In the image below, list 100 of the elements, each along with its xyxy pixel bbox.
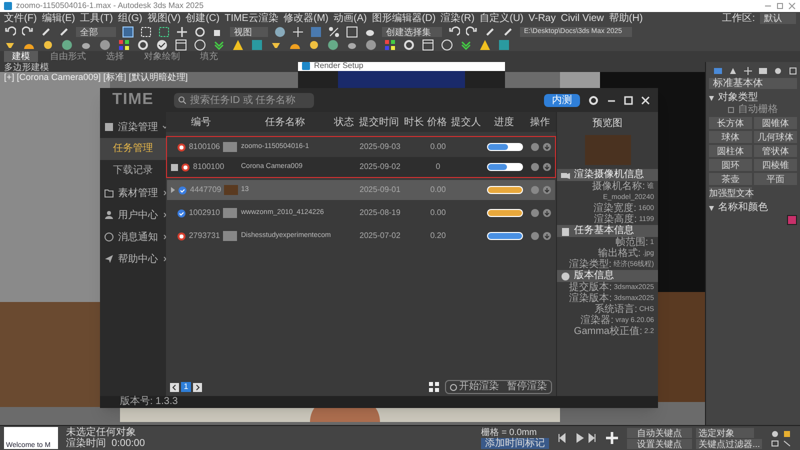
maximize-icon [624, 96, 633, 104]
selection-filter-dropdown[interactable]: 全部 [76, 26, 116, 36]
test-button[interactable]: 内测 [544, 94, 580, 106]
info-icon [531, 143, 539, 151]
page-button[interactable]: 1 [181, 382, 191, 392]
chevron-icon [460, 38, 472, 50]
preview-title: 预览图 [592, 117, 624, 131]
task-id: 2793731 [188, 230, 220, 242]
download-icon [543, 143, 551, 151]
field-label: 渲染宽度: [594, 204, 636, 214]
task-id: 8100106 [188, 141, 220, 153]
menu-item[interactable]: 创建(C) [186, 14, 220, 24]
playback-icon [556, 433, 597, 443]
checkbox[interactable] [171, 164, 178, 170]
link-icon [502, 26, 514, 38]
primitive-button[interactable]: 圆环 [709, 159, 752, 171]
ribbon-tab[interactable]: 建模 [4, 51, 38, 62]
redo-icon [22, 26, 34, 38]
menu-item[interactable]: Civil View [560, 14, 604, 24]
ribbon-subtitle: 多边形建模 [3, 62, 50, 72]
primitive-button[interactable]: 球体 [709, 131, 752, 143]
color-swatch[interactable] [787, 215, 797, 225]
ribbon-tab[interactable]: 选择 [98, 51, 132, 62]
primitive-button[interactable]: 平面 [754, 173, 797, 185]
menu-item[interactable]: 文件(F) [4, 14, 37, 24]
checkbox[interactable] [728, 107, 734, 113]
menu-item[interactable]: 工具(T) [80, 14, 113, 24]
submit-date: 2025-08-19 [358, 207, 402, 219]
column-header: 时长 [404, 116, 424, 130]
sidebar-item[interactable]: 用户中心 [100, 204, 166, 226]
option-label: 自动栅格 [738, 105, 778, 115]
column-header: 任务名称 [264, 116, 306, 130]
chat-icon [104, 232, 114, 242]
redo-icon [466, 26, 478, 38]
key-mode-dropdown[interactable]: 选定对象 [696, 428, 754, 438]
menu-item[interactable]: 自定义(U) [480, 14, 524, 24]
percent-icon [328, 26, 340, 38]
menu-item[interactable]: TIME云渲染 [224, 14, 278, 24]
menu-item[interactable]: 修改器(M) [283, 14, 328, 24]
info-icon [531, 232, 539, 240]
info-icon [531, 163, 539, 171]
coordinate-dropdown[interactable]: 视图 [230, 26, 268, 36]
sphere-icon [365, 38, 377, 50]
window-icon [498, 38, 510, 50]
field-label: 提交版本: [569, 282, 612, 292]
sidebar-item[interactable]: 消息通知 [100, 226, 166, 248]
download-icon [543, 209, 551, 217]
ribbon-tab[interactable]: 对象绘制 [136, 51, 188, 62]
sidebar-item[interactable]: 下载记录 [100, 160, 166, 182]
column-header: 提交时间 [358, 116, 400, 130]
sidebar-item[interactable]: 素材管理 [100, 182, 166, 204]
menu-item[interactable]: 动画(A) [333, 14, 367, 24]
menu-item[interactable]: 组(G) [118, 14, 142, 24]
menu-item[interactable]: 渲染(R) [440, 14, 475, 24]
sidebar-label: 用户中心 [118, 208, 158, 222]
sidebar-item[interactable]: 帮助中心 [100, 248, 166, 270]
workspace-dropdown[interactable]: 默认 [760, 13, 796, 24]
primitive-button[interactable]: 长方体 [709, 117, 752, 129]
panel-tab-icon [743, 66, 753, 76]
primitive-button[interactable]: 加强型文本 [709, 187, 752, 199]
app-icon [302, 62, 310, 70]
column-header: 操作 [529, 116, 551, 130]
auto-key-button[interactable]: 自动关键点 [626, 428, 692, 438]
primitive-button[interactable]: 四棱锥 [754, 159, 797, 171]
section-icon [561, 170, 570, 180]
named-selection-field[interactable]: 创建选择集 [382, 26, 442, 36]
section-title: 任务基本信息 [574, 226, 634, 236]
menu-item[interactable]: 编辑(E) [42, 14, 76, 24]
search-field[interactable]: 搜索任务ID 或 任务名称 [174, 92, 314, 108]
menu-item[interactable]: 帮助(H) [608, 14, 643, 24]
primitive-button[interactable]: 圆柱体 [709, 145, 752, 157]
sidebar-label: 渲染管理 [118, 120, 158, 134]
set-key-button[interactable]: 设置关键点 [626, 438, 692, 448]
sidebar-label: 消息通知 [118, 230, 158, 244]
menu-item[interactable]: V-Ray [528, 14, 556, 24]
sidebar-item[interactable]: 任务管理 [100, 138, 166, 160]
task-id: 1002910 [188, 207, 220, 219]
primitive-button[interactable]: 几何球体 [754, 131, 797, 143]
sidebar-item[interactable]: 渲染管理 [100, 116, 166, 138]
field-label: 渲染类型: [568, 260, 612, 270]
menu-item[interactable]: 图形编辑器(D) [372, 14, 436, 24]
grid-icon [384, 38, 396, 50]
editor-icon [346, 26, 358, 38]
primitive-button[interactable]: 茶壶 [709, 173, 752, 185]
price: 0.00 [429, 184, 447, 196]
sidebar-label: 帮助中心 [118, 252, 158, 266]
menu-item[interactable]: 视图(V) [147, 14, 181, 24]
ribbon-tab[interactable]: 填充 [192, 51, 226, 62]
add-time-tag-button[interactable]: 添加时间标记 [480, 438, 549, 449]
primitive-button[interactable]: 管状体 [754, 145, 797, 157]
chevron-icon [213, 38, 225, 50]
field-label: 摄像机名称: [592, 182, 645, 192]
ribbon-tab[interactable]: 自由形式 [42, 51, 94, 62]
primitive-button[interactable]: 圆锥体 [754, 117, 797, 129]
key-filter-button[interactable]: 关键点过滤器... [696, 438, 762, 448]
category-dropdown[interactable]: 标准基本体 [709, 78, 797, 89]
action-button[interactable]: 暂停渲染 [507, 382, 547, 392]
action-button[interactable]: 开始渲染 [450, 382, 499, 392]
snap-icon [292, 26, 304, 38]
help-icon [194, 38, 206, 50]
